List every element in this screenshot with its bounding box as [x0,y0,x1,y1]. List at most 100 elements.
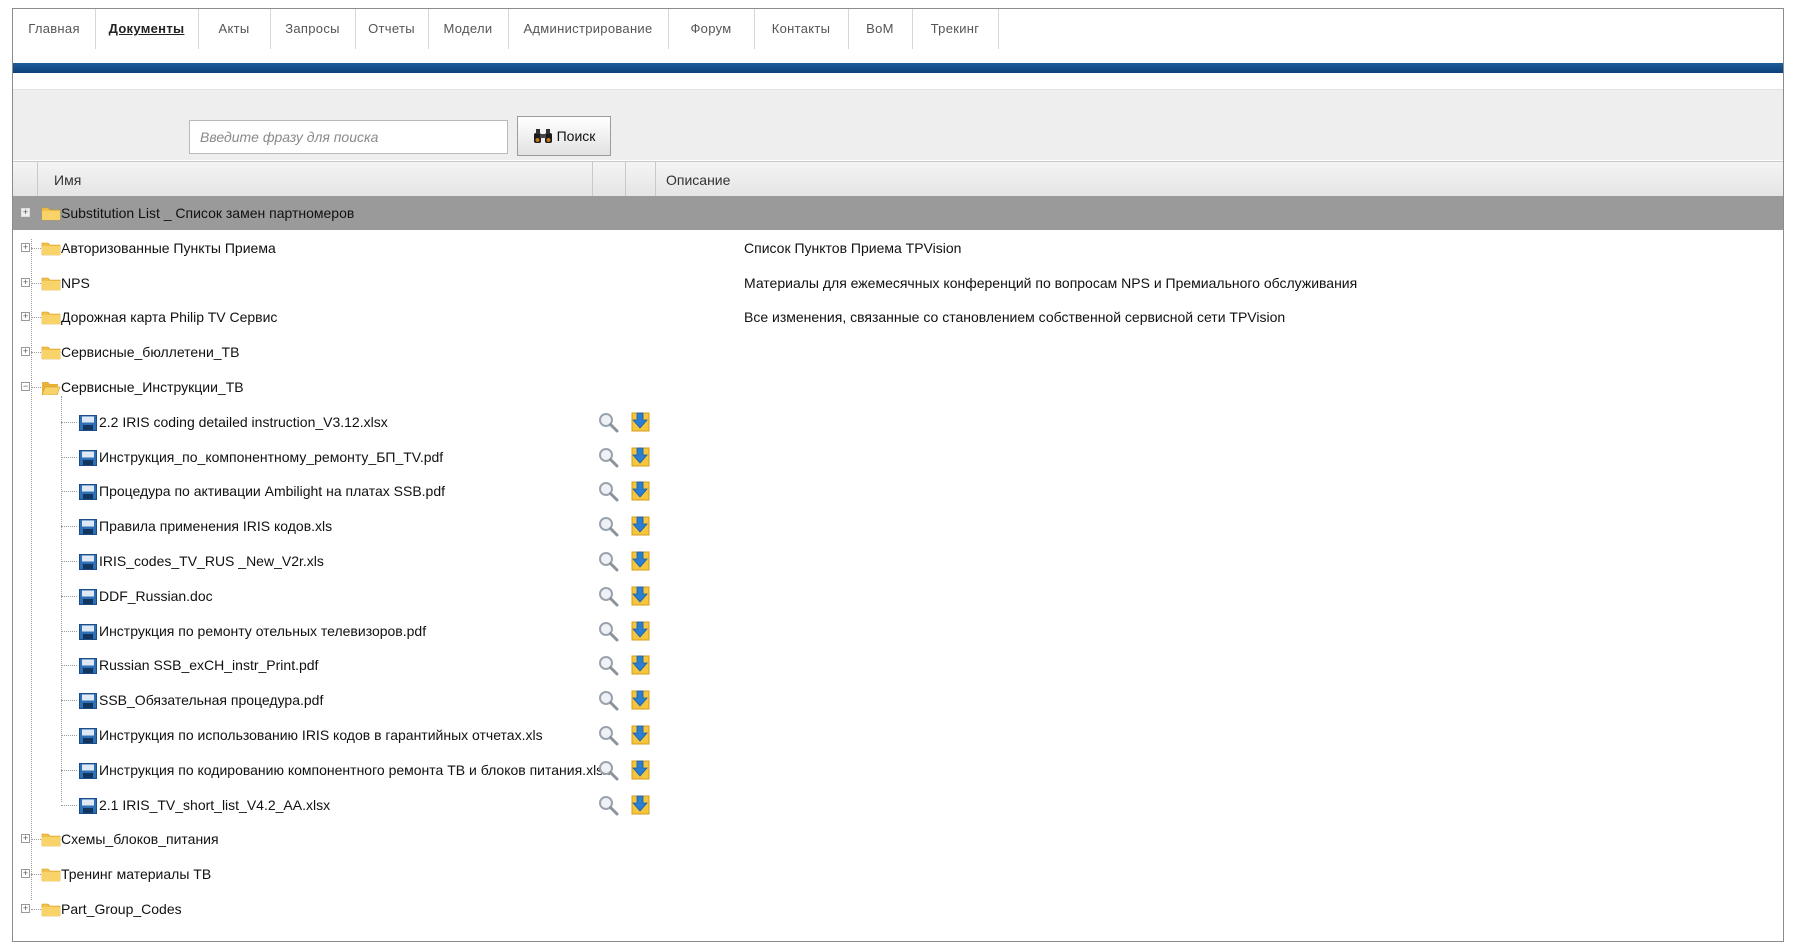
expand-toggle[interactable]: + [21,242,30,252]
tree-file-row[interactable]: Russian SSB_exCH_instr_Print.pdf [13,648,1783,682]
download-icon[interactable] [629,724,651,746]
nav-item-7[interactable]: Форум [668,9,755,49]
file-name-link[interactable]: 2.2 IRIS coding detailed instruction_V3.… [99,405,388,439]
folder-name[interactable]: Авторизованные Пункты Приема [61,231,276,265]
magnifier-icon[interactable] [597,794,619,816]
download-icon[interactable] [629,446,651,468]
tree-folder-row[interactable]: + Дорожная карта Philip TV Сервис Все изме… [13,300,1783,334]
magnifier-icon[interactable] [597,724,619,746]
folder-name[interactable]: Схемы_блоков_питания [61,822,219,856]
download-icon[interactable] [629,654,651,676]
file-name-link[interactable]: Russian SSB_exCH_instr_Print.pdf [99,648,318,682]
download-icon[interactable] [629,411,651,433]
nav-item-9[interactable]: BoM [848,9,913,49]
file-name-link[interactable]: Правила применения IRIS кодов.xls [99,509,332,543]
folder-name[interactable]: Тренинг материалы ТВ [61,857,211,891]
magnifier-icon[interactable] [597,411,619,433]
collapse-toggle[interactable]: − [21,382,30,391]
nav-item-1[interactable]: Документы [95,9,199,49]
download-icon[interactable] [629,794,651,816]
folder-description: Материалы для ежемесячных конференций по… [744,274,1358,291]
file-name-link[interactable]: IRIS_codes_TV_RUS _New_V2r.xls [99,544,324,578]
column-header-name[interactable]: Имя [37,162,592,198]
nav-item-4[interactable]: Отчеты [355,9,429,49]
tree-file-row[interactable]: Инструкция_по_компонентному_ремонту_БП_T… [13,440,1783,474]
tree-file-row[interactable]: Процедура по активации Ambilight на плат… [13,474,1783,508]
expand-toggle[interactable]: + [21,834,30,844]
magnifier-icon[interactable] [597,515,619,537]
folder-name[interactable]: Сервисные_бюллетени_ТВ [61,335,239,369]
file-name-link[interactable]: Инструкция по ремонту отельных телевизор… [99,614,426,648]
folder-icon [41,242,61,256]
download-icon[interactable] [629,480,651,502]
file-icon [79,762,97,779]
tree-folder-row[interactable]: + Part_Group_Codes [13,892,1783,926]
tree-folder-row[interactable]: − Сервисные_Инструкции_ТВ [13,370,1783,404]
magnifier-icon[interactable] [597,654,619,676]
magnifier-icon[interactable] [597,550,619,572]
download-icon[interactable] [629,689,651,711]
folder-name[interactable]: Дорожная карта Philip TV Сервис [61,300,277,334]
search-area: Поиск [13,89,1783,160]
expand-toggle[interactable]: + [21,869,30,879]
file-icon [79,554,97,570]
file-name-link[interactable]: Инструкция по кодированию компонентного … [99,753,610,787]
tree-file-row[interactable]: Инструкция по ремонту отельных телевизор… [13,614,1783,648]
tree-file-row[interactable]: 2.2 IRIS coding detailed instruction_V3.… [13,405,1783,439]
expand-toggle[interactable]: + [21,904,30,913]
magnifier-icon[interactable] [597,759,619,781]
tree-folder-row[interactable]: + NPS Материалы для ежемесячных конференци… [13,266,1783,300]
magnifier-icon[interactable] [597,480,619,502]
nav-item-0[interactable]: Главная [13,9,96,49]
tree-folder-row[interactable]: + Авторизованные Пункты Приема Список Пунк… [13,231,1783,265]
expand-toggle[interactable]: + [21,312,30,322]
magnifier-icon[interactable] [597,620,619,642]
nav-item-5[interactable]: Модели [428,9,509,49]
file-name-link[interactable]: DDF_Russian.doc [99,579,213,613]
file-name-link[interactable]: 2.1 IRIS_TV_short_list_V4.2_AA.xlsx [99,788,330,822]
search-input[interactable] [189,120,508,154]
tree-file-row[interactable]: IRIS_codes_TV_RUS _New_V2r.xls [13,544,1783,578]
tree-file-row[interactable]: 2.1 IRIS_TV_short_list_V4.2_AA.xlsx [13,788,1783,822]
file-name-link[interactable]: Инструкция_по_компонентному_ремонту_БП_T… [99,440,443,474]
magnifier-icon[interactable] [597,446,619,468]
expand-toggle[interactable]: + [21,347,30,357]
tree-folder-row[interactable]: + Тренинг материалы ТВ [13,857,1783,891]
tree-folder-row[interactable]: + Сервисные_бюллетени_ТВ [13,335,1783,369]
download-icon[interactable] [629,550,651,572]
download-icon[interactable] [629,620,651,642]
folder-name[interactable]: Substitution List _ Список замен партном… [61,196,354,230]
tree-folder-row[interactable]: + Схемы_блоков_питания [13,822,1783,856]
download-icon[interactable] [629,515,651,537]
download-icon[interactable] [629,585,651,607]
tree-file-row[interactable]: Инструкция по использованию IRIS кодов в… [13,718,1783,752]
file-name-link[interactable]: Процедура по активации Ambilight на плат… [99,474,445,508]
folder-name[interactable]: NPS [61,266,90,300]
expand-toggle[interactable]: + [21,208,30,217]
magnifier-icon[interactable] [597,689,619,711]
nav-item-8[interactable]: Контакты [754,9,849,49]
tree-connector [61,421,77,423]
column-header-description[interactable]: Описание [655,162,1783,198]
file-icon [79,414,97,431]
file-icon [79,728,97,744]
expand-toggle[interactable]: + [21,277,30,287]
file-name-link[interactable]: Инструкция по использованию IRIS кодов в… [99,718,543,752]
search-button[interactable]: Поиск [517,116,611,156]
nav-item-10[interactable]: Трекинг [912,9,999,49]
tree-file-row[interactable]: SSB_Обязательная процедура.pdf [13,683,1783,717]
file-name-link[interactable]: SSB_Обязательная процедура.pdf [99,683,323,717]
tree-folder-row[interactable]: + Substitution List _ Список замен партно… [13,196,1783,230]
folder-name[interactable]: Сервисные_Инструкции_ТВ [61,370,244,404]
nav-item-3[interactable]: Запросы [270,9,356,49]
nav-item-2[interactable]: Акты [198,9,271,49]
folder-name[interactable]: Part_Group_Codes [61,892,182,926]
magnifier-icon[interactable] [597,585,619,607]
tree-file-row[interactable]: Правила применения IRIS кодов.xls [13,509,1783,543]
download-icon[interactable] [629,759,651,781]
nav-item-6[interactable]: Администрирование [508,9,669,49]
tree-file-row[interactable]: DDF_Russian.doc [13,579,1783,613]
folder-icon [41,868,61,882]
file-icon [79,693,97,710]
tree-file-row[interactable]: Инструкция по кодированию компонентного … [13,753,1783,787]
